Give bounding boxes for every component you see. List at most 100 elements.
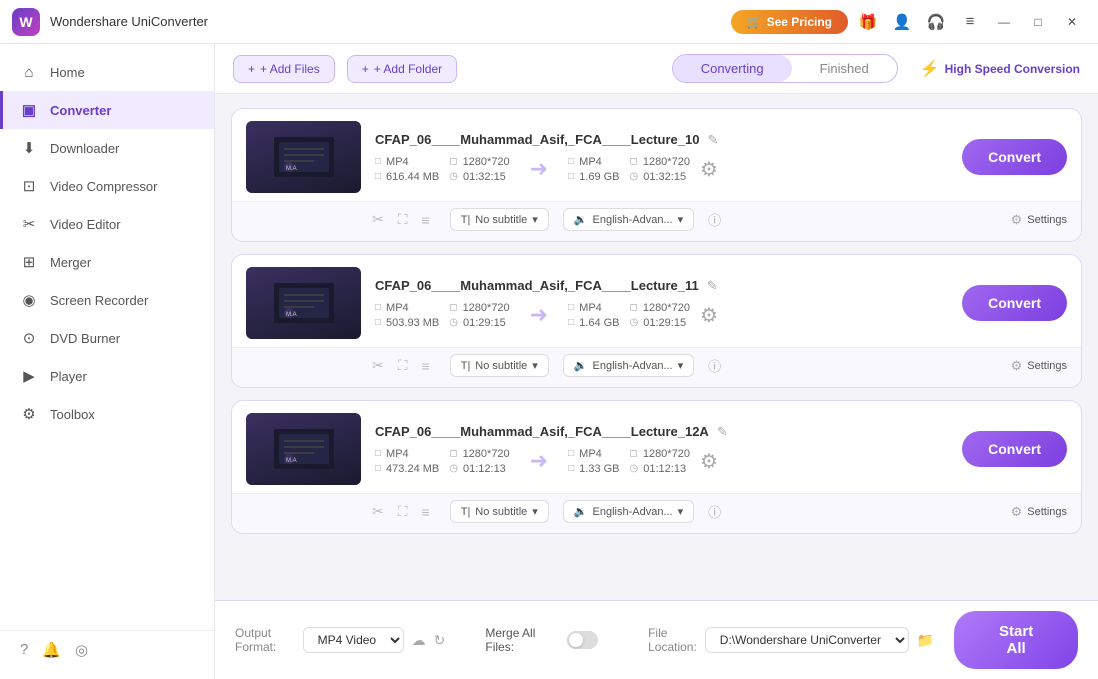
sidebar-label-converter: Converter (50, 103, 111, 118)
info-icon-1[interactable]: ⓘ (708, 210, 721, 229)
file-info-1: CFAP_06____Muhammad_Asif,_FCA____Lecture… (375, 132, 940, 183)
crop-icon-1[interactable]: ⛶ (398, 211, 408, 228)
crop-icon-3[interactable]: ⛶ (398, 503, 408, 520)
crop-icon-2[interactable]: ⛶ (398, 357, 408, 374)
sidebar-item-downloader[interactable]: ⬇ Downloader (0, 129, 214, 167)
sidebar-label-recorder: Screen Recorder (50, 293, 148, 308)
hamburger-icon: ≡ (966, 13, 975, 30)
merge-group: Merge All Files: (485, 626, 598, 654)
file-name-2: CFAP_06____Muhammad_Asif,_FCA____Lecture… (375, 278, 699, 293)
dst-format-3: □ MP4 (568, 448, 619, 460)
edit-icon-3[interactable]: ✎ (717, 424, 728, 440)
src-format-1: □ MP4 (375, 156, 439, 168)
close-button[interactable]: ✕ (1058, 8, 1086, 36)
recorder-icon: ◉ (20, 291, 38, 309)
settings-gear-2[interactable]: ⚙ (700, 303, 718, 328)
logo-text: W (19, 14, 32, 30)
file-specs-1: □ MP4 □ 616.44 MB ◻ (375, 156, 940, 183)
subtitle-dropdown-3[interactable]: T| No subtitle ▾ (450, 500, 549, 523)
pricing-button[interactable]: 🛒 See Pricing (731, 10, 848, 34)
tab-finished[interactable]: Finished (792, 55, 897, 82)
folder-icon[interactable]: 📁 (917, 632, 934, 649)
downloader-icon: ⬇ (20, 139, 38, 157)
cloud-upload-icon[interactable]: ☁ (412, 632, 426, 649)
audio-dropdown-2[interactable]: 🔉 English-Advan... ▾ (563, 354, 694, 377)
sidebar-item-screen-recorder[interactable]: ◉ Screen Recorder (0, 281, 214, 319)
edit-icon-1[interactable]: ✎ (707, 132, 718, 148)
cut-icon-1[interactable]: ✂ (372, 211, 384, 228)
sidebar-item-merger[interactable]: ⊞ Merger (0, 243, 214, 281)
sidebar-item-converter[interactable]: ▣ Converter (0, 91, 214, 129)
subtitle-chevron-2: ▾ (532, 359, 538, 372)
lightning-icon: ⚡ (920, 59, 940, 79)
sidebar-item-dvd-burner[interactable]: ⊙ DVD Burner (0, 319, 214, 357)
src-size-3: □ 473.24 MB (375, 463, 439, 475)
file-location-select[interactable]: D:\Wondershare UniConverter (705, 627, 909, 653)
sidebar-item-video-compressor[interactable]: ⊡ Video Compressor (0, 167, 214, 205)
sidebar-item-toolbox[interactable]: ⚙ Toolbox (0, 395, 214, 433)
info-icon-3[interactable]: ⓘ (708, 502, 721, 521)
settings-btn-2[interactable]: ⚙ Settings (1011, 358, 1067, 374)
file-location-field: File Location: D:\Wondershare UniConvert… (648, 626, 934, 654)
start-all-button[interactable]: Start All (954, 611, 1078, 669)
audio-dropdown-1[interactable]: 🔉 English-Advan... ▾ (563, 208, 694, 231)
merge-toggle[interactable] (567, 631, 598, 649)
subtitle-dropdown-1[interactable]: T| No subtitle ▾ (450, 208, 549, 231)
file-thumb-1: M.A (246, 121, 361, 193)
src-duration-3: ◷ 01:12:13 (449, 463, 509, 475)
settings-btn-3[interactable]: ⚙ Settings (1011, 504, 1067, 520)
cut-icon-3[interactable]: ✂ (372, 503, 384, 520)
add-files-button[interactable]: + + Add Files (233, 55, 335, 83)
sidebar-item-video-editor[interactable]: ✂ Video Editor (0, 205, 214, 243)
convert-button-1[interactable]: Convert (962, 139, 1067, 175)
res-icon: ◻ (449, 156, 457, 167)
cloud-download-icon[interactable]: ↻ (434, 632, 446, 649)
dst-dur-icon: ◷ (630, 171, 639, 182)
settings-gear-3[interactable]: ⚙ (700, 449, 718, 474)
high-speed-button[interactable]: ⚡ High Speed Conversion (920, 59, 1080, 79)
convert-button-3[interactable]: Convert (962, 431, 1067, 467)
notification-icon[interactable]: 🔔 (42, 641, 61, 659)
settings-gear-1[interactable]: ⚙ (700, 157, 718, 182)
sidebar-item-home[interactable]: ⌂ Home (0, 54, 214, 91)
titlebar: W Wondershare UniConverter 🛒 See Pricing… (0, 0, 1098, 44)
audio-dropdown-3[interactable]: 🔉 English-Advan... ▾ (563, 500, 694, 523)
support-button[interactable]: 🎧 (922, 8, 950, 36)
src-duration-1: ◷ 01:32:15 (449, 171, 509, 183)
info-icon-2[interactable]: ⓘ (708, 356, 721, 375)
help-icon[interactable]: ? (20, 641, 28, 659)
dst-res-icon: ◻ (630, 156, 638, 167)
subtitle-icon-1: T| (461, 214, 471, 226)
effect-icon-3[interactable]: ≡ (422, 504, 430, 520)
edit-icon-2[interactable]: ✎ (707, 278, 718, 294)
dst-resolution-1: ◻ 1280*720 (630, 156, 690, 168)
cut-icon-2[interactable]: ✂ (372, 357, 384, 374)
audio-icon-1: 🔉 (574, 213, 588, 226)
effect-icon-1[interactable]: ≡ (422, 212, 430, 228)
subtitle-chevron-3: ▾ (532, 505, 538, 518)
account-button[interactable]: 👤 (888, 8, 916, 36)
dst-spec-2: □ MP4 □ 1.64 GB (568, 302, 619, 329)
dst-size-icon: □ (568, 171, 574, 182)
player-icon: ▶ (20, 367, 38, 385)
src-spec-detail-1: ◻ 1280*720 ◷ 01:32:15 (449, 156, 509, 183)
toolbox-icon: ⚙ (20, 405, 38, 423)
gift-button[interactable]: 🎁 (854, 8, 882, 36)
src-resolution-3: ◻ 1280*720 (449, 448, 509, 460)
settings-btn-1[interactable]: ⚙ Settings (1011, 212, 1067, 228)
output-format-select[interactable]: MP4 Video (303, 627, 404, 653)
svg-text:M.A: M.A (286, 312, 297, 318)
add-folder-button[interactable]: + + Add Folder (347, 55, 457, 83)
thumb-preview-2: M.A (246, 267, 361, 339)
subtitle-dropdown-2[interactable]: T| No subtitle ▾ (450, 354, 549, 377)
minimize-button[interactable]: — (990, 8, 1018, 36)
size-icon: □ (375, 171, 381, 182)
menu-button[interactable]: ≡ (956, 8, 984, 36)
maximize-button[interactable]: □ (1024, 8, 1052, 36)
add-files-icon: + (248, 62, 255, 76)
effect-icon-2[interactable]: ≡ (422, 358, 430, 374)
sidebar-item-player[interactable]: ▶ Player (0, 357, 214, 395)
feedback-icon[interactable]: ◎ (75, 641, 88, 659)
tab-converting[interactable]: Converting (673, 55, 792, 82)
convert-button-2[interactable]: Convert (962, 285, 1067, 321)
